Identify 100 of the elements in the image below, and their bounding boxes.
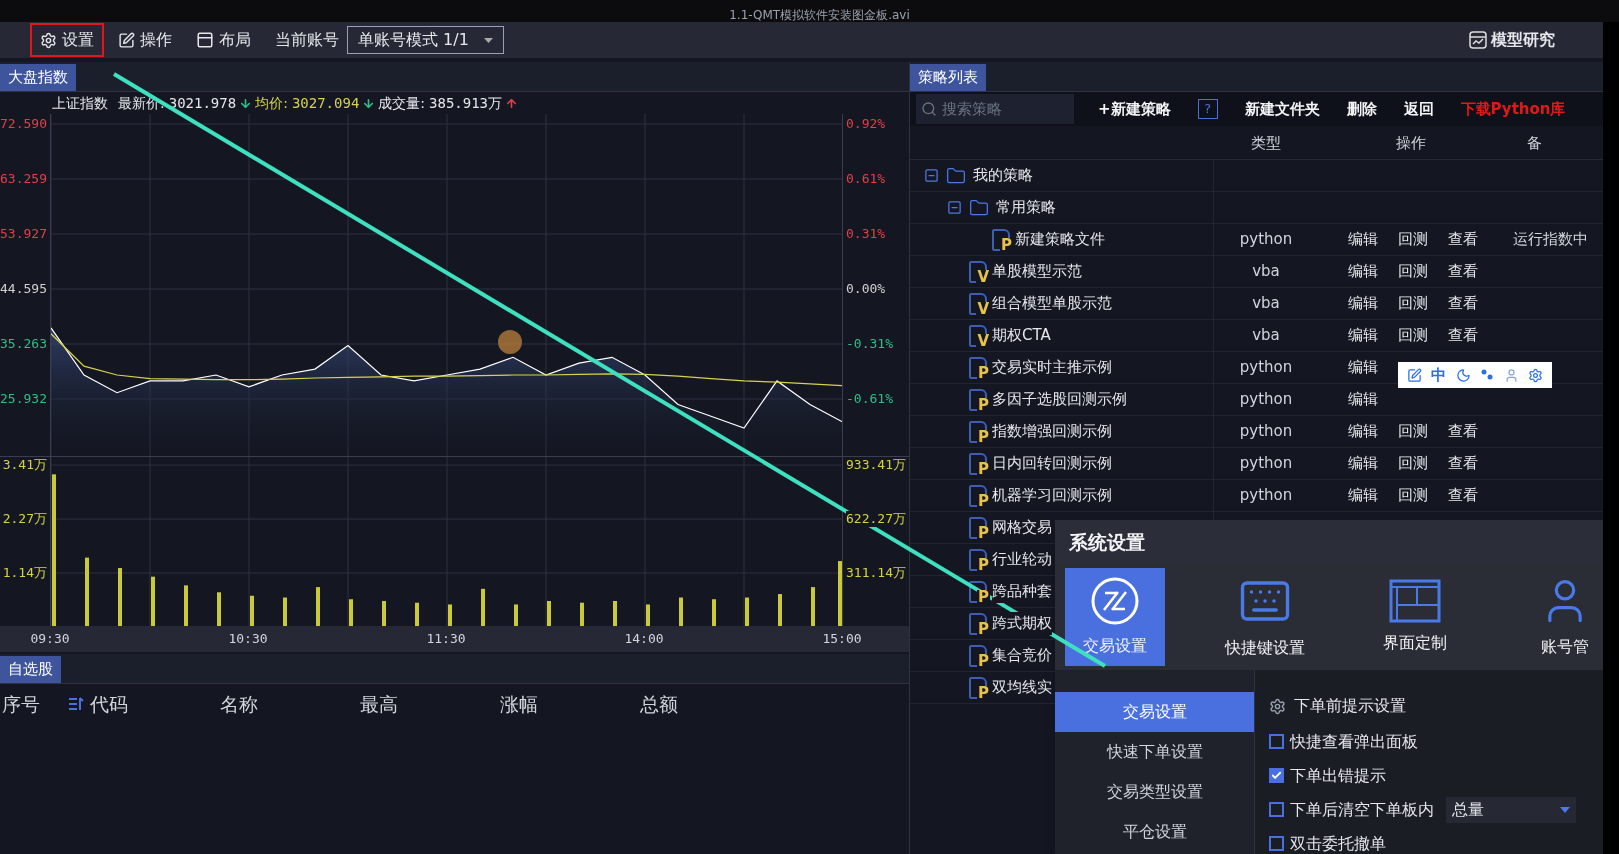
layout-icon — [1389, 578, 1441, 623]
price-axis-label: 35.263 — [0, 336, 47, 352]
gear-icon — [1269, 697, 1286, 715]
settings-menu-item[interactable]: 交易类型设置 — [1055, 772, 1254, 812]
search-icon — [921, 101, 937, 117]
checkbox[interactable] — [1269, 836, 1284, 851]
column-header[interactable]: 名称 — [220, 689, 258, 719]
row-action-link[interactable]: 查看 — [1448, 484, 1478, 507]
percent-axis-label: 0.61% — [846, 171, 886, 187]
row-action-link[interactable]: 查看 — [1448, 420, 1478, 443]
help-button[interactable]: ? — [1197, 99, 1218, 119]
category-tab[interactable]: 界面定制 — [1365, 567, 1465, 666]
toolbar-button[interactable]: 删除 — [1346, 97, 1377, 121]
time-axis-label: 14:00 — [624, 630, 664, 648]
toolbar-button[interactable]: 返回 — [1403, 97, 1434, 121]
row-action-link[interactable]: 查看 — [1448, 452, 1478, 475]
index-name: 上证指数 — [52, 93, 108, 113]
account-mode-select[interactable]: 单账号模式 1/1 — [347, 26, 504, 54]
file-icon: P — [969, 612, 987, 635]
collapse-icon[interactable] — [947, 200, 962, 215]
column-header[interactable]: 代码 — [90, 689, 128, 719]
strategy-name[interactable]: 跨式期权 — [992, 612, 1052, 635]
row-action-link[interactable]: 编辑 — [1348, 292, 1378, 315]
sort-icon[interactable] — [68, 697, 84, 711]
check-icon — [1271, 770, 1282, 781]
category-tab[interactable]: 交易设置 — [1065, 567, 1165, 666]
quantity-select[interactable]: 总量 — [1446, 796, 1576, 823]
option-label: 下单后清空下单板内 — [1290, 798, 1434, 821]
input-mode-toggle[interactable]: 中 — [1431, 363, 1447, 387]
checkbox[interactable] — [1269, 734, 1284, 749]
strategy-name[interactable]: 跨品种套 — [992, 580, 1052, 603]
panel-tab[interactable]: 自选股 — [0, 656, 61, 683]
type-cell-text: python — [1238, 389, 1294, 411]
row-action-link[interactable]: 回测 — [1398, 420, 1428, 443]
checkbox[interactable] — [1269, 802, 1284, 817]
column-header[interactable]: 序号 — [2, 689, 40, 719]
row-action-link[interactable]: 回测 — [1398, 228, 1428, 251]
menu-button[interactable]: 设置 — [30, 23, 104, 57]
collapse-icon[interactable] — [924, 168, 939, 183]
row-action-link[interactable]: 回测 — [1398, 324, 1428, 347]
column-header[interactable]: 最高 — [360, 689, 398, 719]
edit-icon — [118, 31, 135, 49]
row-action-link[interactable]: 编辑 — [1348, 484, 1378, 507]
column-header[interactable]: 涨幅 — [500, 689, 538, 719]
volume-bar — [382, 601, 386, 627]
row-action-link[interactable]: 回测 — [1398, 452, 1428, 475]
column-header: 操作 — [1394, 133, 1427, 155]
pen-icon[interactable] — [1406, 367, 1422, 383]
row-action-link[interactable]: 查看 — [1448, 228, 1478, 251]
toolbar-button[interactable]: +新建策略 — [1098, 97, 1171, 121]
type-cell-text: python — [1238, 485, 1294, 507]
volume-bar — [778, 594, 782, 627]
row-action-link[interactable]: 编辑 — [1348, 324, 1378, 347]
price-axis-label: 53.927 — [0, 226, 47, 242]
column-header[interactable]: 总额 — [640, 689, 678, 719]
row-action-link[interactable]: 回测 — [1398, 260, 1428, 283]
row-action-link[interactable]: 编辑 — [1348, 388, 1378, 411]
row-action-link[interactable]: 编辑 — [1348, 260, 1378, 283]
option-label: 快捷查看弹出面板 — [1290, 730, 1418, 753]
row-action-link[interactable]: 查看 — [1448, 324, 1478, 347]
chart-box-icon — [1469, 31, 1487, 49]
settings-menu-item[interactable]: 交易设置 — [1055, 692, 1254, 732]
settings-menu-item[interactable]: 快速下单设置 — [1055, 732, 1254, 772]
time-axis-label: 11:30 — [426, 630, 466, 648]
row-action-link[interactable]: 查看 — [1448, 260, 1478, 283]
moon-icon[interactable] — [1455, 367, 1471, 383]
download-link[interactable]: 下载Python库 — [1460, 97, 1566, 121]
settings-icon[interactable] — [1528, 367, 1544, 383]
volume-bar — [250, 595, 254, 627]
search-field[interactable]: 搜索策略 — [916, 94, 1074, 124]
volume-bar — [646, 604, 650, 627]
row-action-link[interactable]: 回测 — [1398, 292, 1428, 315]
menu-button[interactable]: 操作 — [108, 23, 182, 57]
panel-tab[interactable]: 策略列表 — [910, 64, 986, 91]
category-tab[interactable]: 账号管 — [1515, 567, 1603, 666]
type-cell-text: vba — [1251, 325, 1281, 347]
percent-axis-label: -0.31% — [846, 336, 893, 352]
file-icon: P — [969, 356, 987, 379]
user-icon[interactable] — [1503, 367, 1519, 383]
category-tab[interactable]: 快捷键设置 — [1215, 567, 1315, 666]
row-action-link[interactable]: 编辑 — [1348, 356, 1378, 379]
time-axis-label: 10:30 — [228, 630, 268, 648]
punctuation-icon[interactable] — [1480, 368, 1495, 382]
row-action-link[interactable]: 编辑 — [1348, 452, 1378, 475]
row-action-link[interactable]: 查看 — [1448, 292, 1478, 315]
file-icon: P — [969, 516, 987, 539]
percent-axis-label: 0.00% — [846, 281, 886, 297]
settings-menu-item[interactable]: 平仓设置 — [1055, 812, 1254, 852]
row-action-link[interactable]: 编辑 — [1348, 228, 1378, 251]
menu-button[interactable]: 布局 — [186, 23, 261, 57]
file-icon: P — [969, 580, 987, 603]
row-action-link[interactable]: 回测 — [1398, 484, 1428, 507]
research-button[interactable]: 模型研究 — [1469, 28, 1555, 52]
section-title: 下单前提示设置 — [1294, 695, 1406, 717]
checkbox[interactable] — [1269, 768, 1284, 783]
panel-tab[interactable]: 大盘指数 — [0, 64, 76, 91]
row-action-link[interactable]: 编辑 — [1348, 420, 1378, 443]
toolbar-button[interactable]: 新建文件夹 — [1244, 97, 1320, 121]
file-icon: P — [969, 420, 987, 443]
price-axis-label: 72.590 — [0, 116, 47, 132]
